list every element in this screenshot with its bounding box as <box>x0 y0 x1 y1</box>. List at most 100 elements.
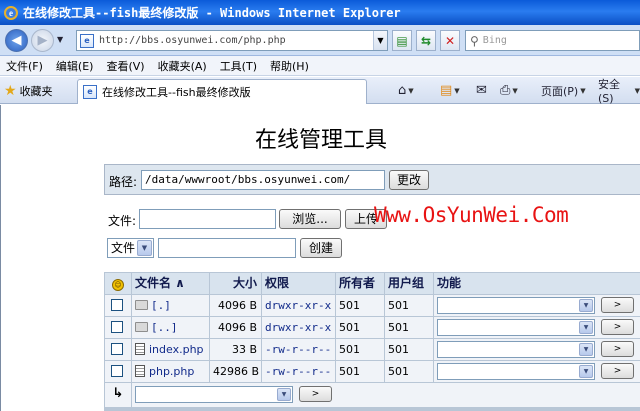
create-button[interactable]: 创建 <box>300 238 342 258</box>
tab-title: 在线修改工具--fish最终修改版 <box>102 86 251 99</box>
table-row-perms[interactable]: -rw-r--r-- <box>262 361 335 382</box>
page-icon: e <box>83 85 97 99</box>
menu-tools[interactable]: 工具(T) <box>220 58 257 74</box>
table-row-group: 501 <box>385 317 433 338</box>
go-button[interactable]: > <box>601 341 634 357</box>
table-row-size: 42986 B <box>210 361 261 382</box>
watermark: Www.OsYunWei.Com <box>374 203 569 227</box>
upload-file-input[interactable] <box>139 209 276 229</box>
page-menu-label: 页面(P) <box>541 84 579 98</box>
select-all-header: ☺ <box>105 273 131 294</box>
compatibility-view-icon[interactable]: ▤ <box>392 30 412 51</box>
column-header-perms[interactable]: 权限 <box>262 273 335 294</box>
table-row-checkbox-cell <box>105 339 131 360</box>
menu-edit[interactable]: 编辑(E) <box>56 58 94 74</box>
create-name-input[interactable] <box>158 238 296 258</box>
row-checkbox[interactable] <box>111 343 123 355</box>
chevron-down-icon: ▼ <box>579 299 593 312</box>
smiley-icon: ☺ <box>112 279 124 291</box>
table-row-perms[interactable]: drwxr-xr-x <box>262 317 335 338</box>
page-menu[interactable]: 页面(P) ▼ <box>541 81 586 100</box>
refresh-icon[interactable]: ⇆ <box>416 30 436 51</box>
menu-favorites[interactable]: 收藏夹(A) <box>158 58 207 74</box>
feeds-button[interactable]: ▤ ▼ <box>440 81 460 100</box>
window-title: 在线修改工具--fish最终修改版 - Windows Internet Exp… <box>23 6 401 20</box>
search-icon: ⚲ <box>470 33 479 48</box>
favorites-button[interactable]: ★ 收藏夹 <box>4 81 53 100</box>
tab-active[interactable]: e 在线修改工具--fish最终修改版 <box>77 79 367 104</box>
home-button[interactable]: ⌂ ▼ <box>398 81 414 100</box>
table-row-actions: ▼ > <box>434 295 640 316</box>
row-checkbox[interactable] <box>111 365 123 377</box>
rss-icon: ▤ <box>440 83 453 98</box>
file-icon <box>135 365 145 377</box>
stop-icon[interactable]: ✕ <box>440 30 460 51</box>
go-button[interactable]: > <box>601 319 634 335</box>
home-icon: ⌂ <box>398 83 407 98</box>
bulk-go-button[interactable]: > <box>299 386 332 402</box>
page-title: 在线管理工具 <box>254 128 387 153</box>
bulk-action-select[interactable]: ▼ <box>135 386 293 403</box>
menu-file[interactable]: 文件(F) <box>6 58 43 74</box>
table-row-actions: ▼ > <box>434 317 640 338</box>
change-path-button[interactable]: 更改 <box>389 170 429 190</box>
create-type-select[interactable]: 文件 ▼ <box>107 238 154 258</box>
go-button[interactable]: > <box>601 363 634 379</box>
table-row-owner: 501 <box>336 317 384 338</box>
page-icon: e <box>80 33 94 48</box>
print-button[interactable]: ⎙ ▼ <box>500 81 518 100</box>
chevron-down-icon: ▼ <box>277 388 291 401</box>
table-row-checkbox-cell <box>105 361 131 382</box>
column-header-group[interactable]: 用户组 <box>385 273 433 294</box>
back-button[interactable]: ◀ <box>5 29 28 52</box>
table-row-perms[interactable]: drwxr-xr-x <box>262 295 335 316</box>
column-header-owner[interactable]: 所有者 <box>336 273 384 294</box>
action-select[interactable]: ▼ <box>437 319 595 336</box>
menu-bar: 文件(F) 编辑(E) 查看(V) 收藏夹(A) 工具(T) 帮助(H) <box>0 56 640 76</box>
print-icon: ⎙ <box>500 83 511 98</box>
table-row-name[interactable]: [.] <box>132 295 209 316</box>
action-select[interactable]: ▼ <box>437 341 595 358</box>
column-header-name[interactable]: 文件名 ∧ <box>132 273 209 294</box>
chevron-down-icon: ▼ <box>579 321 593 334</box>
action-select[interactable]: ▼ <box>437 363 595 380</box>
column-header-size[interactable]: 大小 <box>210 273 261 294</box>
table-row-size: 4096 B <box>210 295 261 316</box>
table-row-perms[interactable]: -rw-r--r-- <box>262 339 335 360</box>
safety-menu[interactable]: 安全(S) ▼ <box>598 78 640 105</box>
path-panel: 路径: /data/wwwroot/bbs.osyunwei.com/ 更改 <box>104 164 640 195</box>
mail-button[interactable]: ✉ <box>476 81 487 100</box>
address-dropdown-icon[interactable]: ▼ <box>373 31 387 50</box>
row-checkbox[interactable] <box>111 299 123 311</box>
address-field[interactable]: e http://bbs.osyunwei.com/php.php ▼ <box>76 30 388 51</box>
search-input[interactable]: ⚲ Bing <box>465 30 640 51</box>
table-row-checkbox-cell <box>105 295 131 316</box>
table-row-group: 501 <box>385 339 433 360</box>
address-url[interactable]: http://bbs.osyunwei.com/php.php <box>99 35 373 46</box>
menu-view[interactable]: 查看(V) <box>106 58 144 74</box>
history-dropdown-icon[interactable]: ▼ <box>57 35 63 44</box>
star-icon: ★ <box>4 82 17 99</box>
ie-logo-icon: e <box>4 5 18 20</box>
create-type-value: 文件 <box>111 241 136 255</box>
table-row-owner: 501 <box>336 339 384 360</box>
browse-button[interactable]: 浏览... <box>279 209 341 229</box>
path-input[interactable]: /data/wwwroot/bbs.osyunwei.com/ <box>141 170 385 190</box>
search-placeholder: Bing <box>482 35 507 46</box>
action-select[interactable]: ▼ <box>437 297 595 314</box>
table-row-name[interactable]: index.php <box>132 339 209 360</box>
table-row-size: 33 B <box>210 339 261 360</box>
chevron-down-icon: ▼ <box>579 343 593 356</box>
table-row-name[interactable]: php.php <box>132 361 209 382</box>
folder-icon <box>135 300 148 310</box>
forward-button[interactable]: ▶ <box>31 29 54 52</box>
row-checkbox[interactable] <box>111 321 123 333</box>
table-row-owner: 501 <box>336 295 384 316</box>
table-row-group: 501 <box>385 295 433 316</box>
folder-icon <box>135 322 148 332</box>
table-row-name[interactable]: [..] <box>132 317 209 338</box>
file-icon <box>135 343 145 355</box>
menu-help[interactable]: 帮助(H) <box>270 58 309 74</box>
title-bar: e 在线修改工具--fish最终修改版 - Windows Internet E… <box>0 0 640 25</box>
go-button[interactable]: > <box>601 297 634 313</box>
